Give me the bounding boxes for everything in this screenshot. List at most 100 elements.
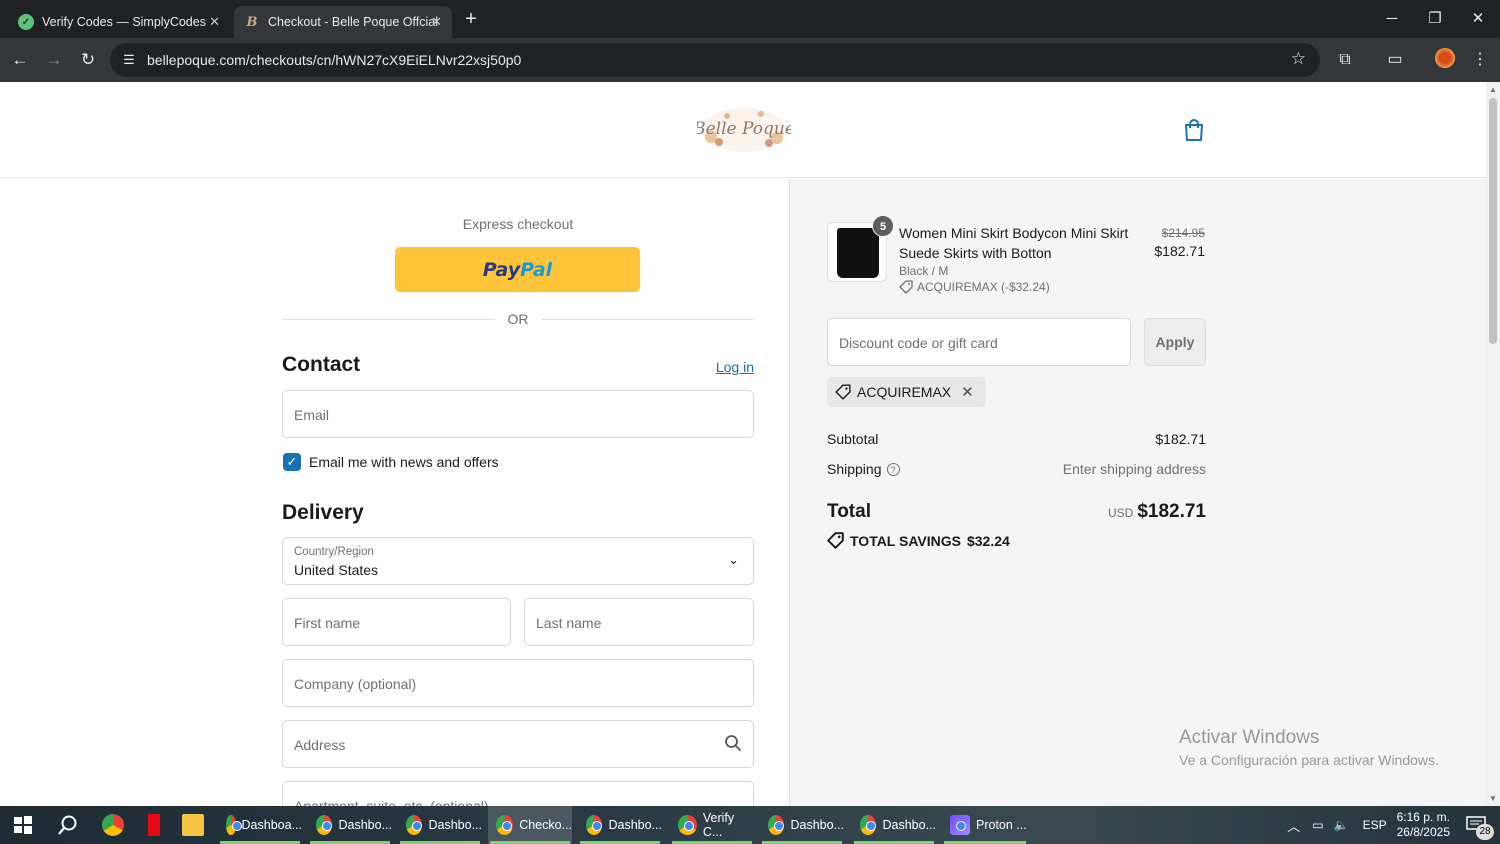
minimize-button[interactable]: ─	[1370, 6, 1414, 32]
tab-simplycodes[interactable]: ✓ Verify Codes — SimplyCodes ✕	[8, 6, 230, 38]
news-checkbox[interactable]: ✓	[283, 453, 301, 471]
taskbar-app-label: Dashbo...	[428, 818, 482, 832]
new-tab-button[interactable]: +	[460, 8, 482, 30]
company-field[interactable]: Company (optional)	[282, 659, 754, 707]
taskbar-app-label: Dashbo...	[882, 818, 936, 832]
taskbar-app-6[interactable]: Verify C...	[670, 806, 754, 844]
close-icon[interactable]: ✕	[431, 14, 442, 30]
email-field[interactable]: Email	[282, 390, 754, 438]
taskbar-app-8[interactable]: Dashbo...	[852, 806, 936, 844]
taskbar-app-7[interactable]: Dashbo...	[760, 806, 844, 844]
taskbar-app-3[interactable]: Dashbo...	[398, 806, 482, 844]
cart-icon[interactable]	[1183, 118, 1205, 142]
system-tray: ︿ ▭ 🔈 ESP 6:16 p. m. 26/8/2025 28	[1287, 806, 1500, 844]
total-currency: USD	[1107, 506, 1134, 520]
savings-value: $32.24	[966, 532, 1010, 549]
product-discount: ACQUIREMAX (-$32.24)	[899, 280, 1050, 294]
express-checkout-title: Express checkout	[462, 216, 574, 232]
notification-center[interactable]: 28	[1466, 816, 1494, 840]
search-icon	[725, 735, 741, 751]
url-text[interactable]: bellepoque.com/checkouts/cn/hWN27cX9EiEL…	[147, 52, 521, 68]
shipping-label-text: Shipping	[827, 461, 882, 477]
address-field[interactable]: Address	[282, 720, 754, 768]
apartment-field[interactable]: Apartment, suite, etc. (optional)	[282, 781, 754, 806]
contact-heading: Contact	[282, 353, 361, 376]
subtotal-value: $182.71	[1155, 431, 1206, 447]
chrome-pinned-icon[interactable]	[102, 814, 124, 836]
applied-code: ACQUIREMAX	[857, 384, 952, 400]
total-value: USD $182.71	[1005, 501, 1206, 523]
email-placeholder: Email	[294, 407, 330, 423]
profile-avatar[interactable]	[1435, 48, 1455, 68]
bookmark-star-icon[interactable]: ☆	[1291, 49, 1306, 69]
subtotal-label: Subtotal	[827, 431, 879, 447]
close-icon[interactable]: ✕	[209, 14, 220, 30]
address-bar[interactable]: ☰ bellepoque.com/checkouts/cn/hWN27cX9Ei…	[110, 43, 1320, 77]
reload-button[interactable]: ↻	[76, 48, 100, 72]
proton-icon	[950, 815, 970, 835]
delivery-heading: Delivery	[282, 501, 364, 524]
savings-label: TOTAL SAVINGS	[850, 532, 961, 549]
extensions-icon[interactable]: ⧉	[1333, 48, 1357, 72]
last-name-field[interactable]: Last name	[524, 598, 754, 646]
taskbar-app-label: Dashbo...	[790, 818, 844, 832]
or-divider: OR	[282, 310, 754, 330]
window-close-button[interactable]: ✕	[1456, 6, 1500, 32]
product-price: $182.71	[1154, 243, 1205, 259]
windows-activation-watermark: Activar Windows Ve a Configuración para …	[1179, 727, 1439, 768]
windows-start-icon[interactable]	[12, 814, 34, 836]
search-icon[interactable]	[57, 814, 79, 836]
tab-title: Checkout - Belle Poque Offcial	[268, 15, 439, 29]
taskbar-app-5[interactable]: Dashbo...	[578, 806, 662, 844]
remove-discount-icon[interactable]: ✕	[961, 383, 974, 401]
notification-count: 28	[1476, 824, 1494, 840]
volume-icon[interactable]: 🔈	[1334, 818, 1349, 832]
clock-date: 26/8/2025	[1396, 825, 1450, 839]
forward-button[interactable]: →	[42, 48, 66, 72]
quantity-badge: 5	[872, 215, 894, 237]
taskbar-app-label: Proton ...	[976, 818, 1027, 832]
product-variant: Black / M	[899, 264, 949, 278]
login-link[interactable]: Log in	[700, 359, 754, 375]
chevron-up-icon[interactable]: ︿	[1287, 816, 1300, 835]
shop-logo[interactable]: Belle Poque	[697, 104, 791, 154]
news-checkbox-label[interactable]: Email me with news and offers	[309, 454, 499, 470]
menu-icon[interactable]: ⋮	[1468, 48, 1492, 72]
discount-code-field[interactable]: Discount code or gift card	[827, 318, 1131, 366]
windows-taskbar: Dashboa... Dashbo... Dashbo... Checko...…	[0, 806, 1500, 844]
clock[interactable]: 6:16 p. m. 26/8/2025	[1397, 810, 1450, 840]
discount-placeholder: Discount code or gift card	[839, 335, 998, 351]
taskbar-app-9[interactable]: Proton ...	[942, 806, 1028, 844]
logo-text: Belle Poque	[697, 119, 791, 139]
country-label: Country/Region	[294, 546, 374, 558]
tab-checkout[interactable]: B Checkout - Belle Poque Offcial ✕	[234, 6, 452, 38]
taskbar-app-label: Dashbo...	[608, 818, 662, 832]
first-name-field[interactable]: First name	[282, 598, 511, 646]
page-scrollbar[interactable]: ▲ ▼	[1486, 82, 1500, 806]
chrome-icon	[316, 815, 333, 835]
taskbar-app-1[interactable]: Dashboa...	[218, 806, 302, 844]
paypal-button[interactable]: Pay Pal	[395, 247, 640, 292]
scroll-up-icon[interactable]: ▲	[1489, 85, 1497, 94]
restore-button[interactable]: ❐	[1413, 6, 1457, 32]
taskbar-app-2[interactable]: Dashbo...	[308, 806, 392, 844]
scroll-thumb[interactable]	[1489, 98, 1497, 344]
chevron-down-icon: ⌄	[728, 552, 739, 567]
or-text: OR	[507, 311, 529, 327]
tab-title: Verify Codes — SimplyCodes	[42, 15, 206, 29]
network-icon[interactable]: ▭	[1312, 818, 1323, 832]
help-icon[interactable]: ?	[886, 462, 900, 476]
checkout-form: Express checkout Pay Pal OR Contact Log i…	[0, 179, 789, 806]
cast-icon[interactable]: ▭	[1383, 48, 1407, 72]
apartment-placeholder: Apartment, suite, etc. (optional)	[294, 798, 489, 806]
country-select[interactable]: Country/Region United States ⌄	[282, 537, 754, 585]
back-button[interactable]: ←	[8, 48, 32, 72]
taskbar-app-4[interactable]: Checko...	[488, 806, 572, 844]
chrome-icon	[678, 815, 697, 835]
site-info-icon[interactable]: ☰	[120, 51, 138, 69]
language-indicator[interactable]: ESP	[1363, 818, 1387, 832]
file-explorer-icon[interactable]	[182, 814, 204, 836]
apply-button[interactable]: Apply	[1144, 318, 1206, 366]
scroll-down-icon[interactable]: ▼	[1489, 794, 1497, 803]
netflix-icon[interactable]	[148, 814, 160, 836]
